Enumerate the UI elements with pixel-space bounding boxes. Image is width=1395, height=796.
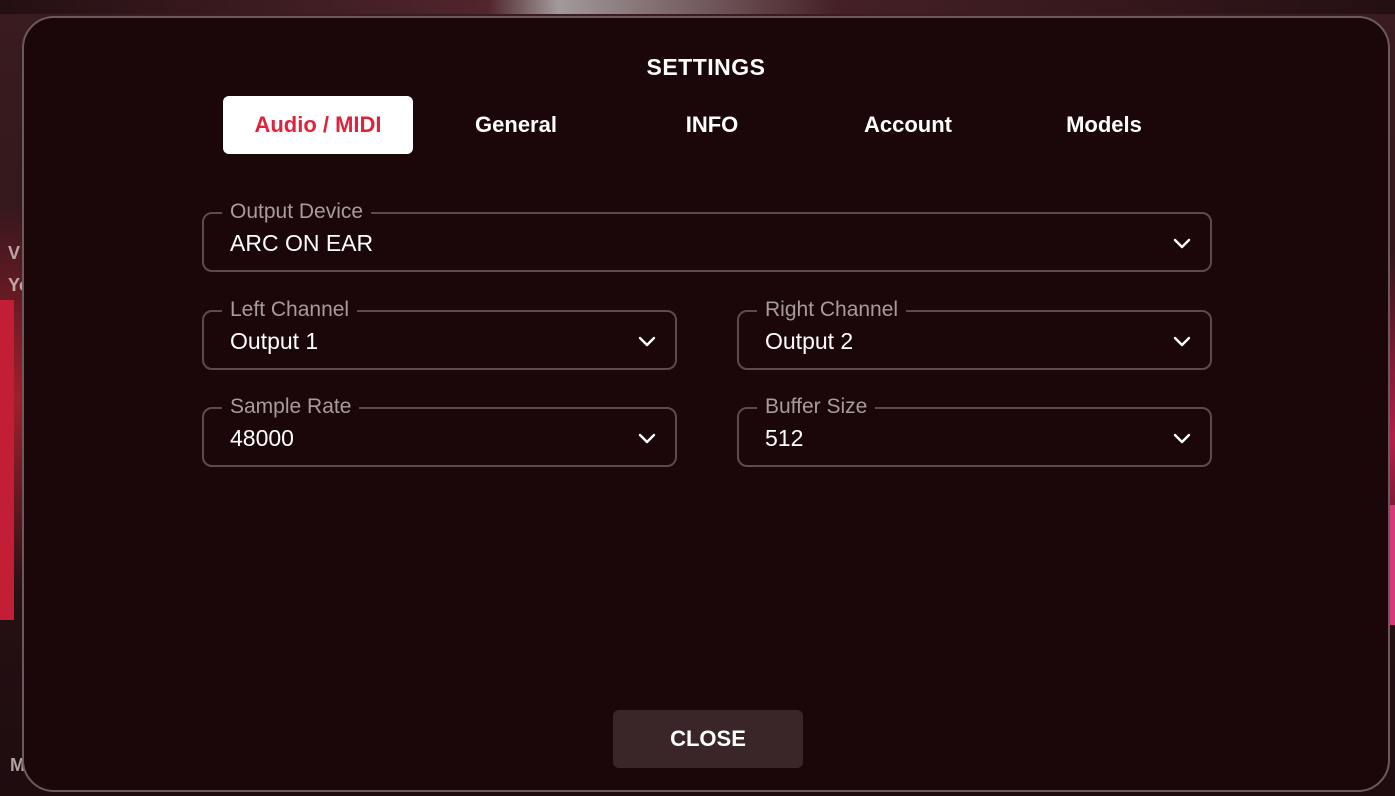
background-left-panel [0,300,14,620]
tab-account[interactable]: Account [813,96,1003,154]
chevron-down-icon[interactable] [1172,331,1192,351]
output-device-label: Output Device [222,200,372,224]
buffer-size-select[interactable]: Buffer Size 512 [737,395,1212,467]
settings-dialog: SETTINGS Audio / MIDI General INFO Accou… [22,16,1390,792]
chevron-down-icon[interactable] [1172,233,1192,253]
output-device-value: ARC ON EAR [230,230,374,256]
buffer-size-label: Buffer Size [757,395,876,419]
right-channel-select[interactable]: Right Channel Output 2 [737,298,1212,370]
output-device-select[interactable]: Output Device ARC ON EAR [202,200,1212,272]
left-channel-value: Output 1 [230,328,319,354]
tab-info[interactable]: INFO [617,96,807,154]
right-channel-label: Right Channel [757,298,907,322]
sample-rate-select[interactable]: Sample Rate 48000 [202,395,677,467]
right-channel-value: Output 2 [765,328,854,354]
dialog-title: SETTINGS [646,54,766,80]
chevron-down-icon[interactable] [637,428,657,448]
close-button[interactable]: CLOSE [613,710,803,768]
chevron-down-icon[interactable] [637,331,657,351]
tab-general[interactable]: General [421,96,611,154]
left-channel-select[interactable]: Left Channel Output 1 [202,298,677,370]
tab-audio-midi[interactable]: Audio / MIDI [223,96,413,154]
buffer-size-value: 512 [765,425,804,451]
background-text-fragment: V [8,243,21,263]
chevron-down-icon[interactable] [1172,428,1192,448]
sample-rate-label: Sample Rate [222,395,360,419]
sample-rate-value: 48000 [230,425,294,451]
background-header-strip [0,0,1395,14]
settings-tabs: Audio / MIDI General INFO Account Models [24,96,1388,154]
tab-models[interactable]: Models [1009,96,1199,154]
left-channel-label: Left Channel [222,298,358,322]
